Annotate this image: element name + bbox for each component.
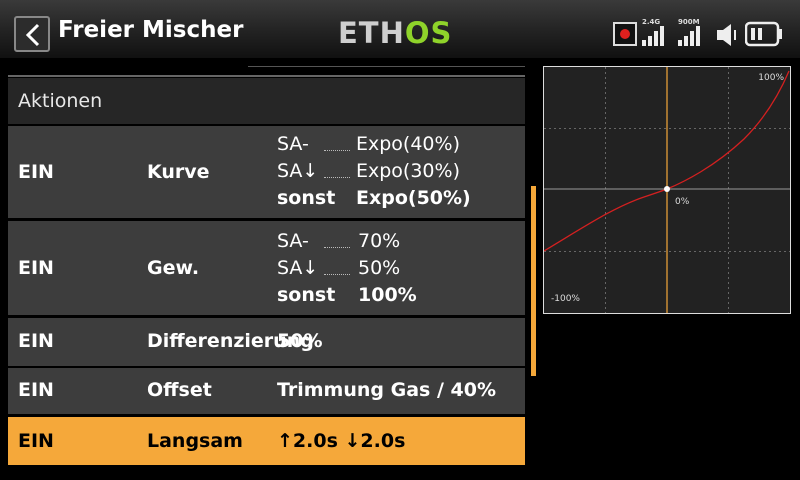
battery-icon (745, 21, 782, 47)
graph-max-label: 100% (758, 73, 784, 83)
speaker-icon[interactable] (716, 22, 742, 48)
signal-bars-900m-icon (678, 24, 704, 46)
row-value[interactable]: Trimmung Gas / 40% (277, 379, 496, 401)
page-title: Freier Mischer (58, 17, 244, 43)
curve-graph: 100% 0% -100% (543, 66, 791, 314)
condition-value[interactable]: Expo(30%) (356, 158, 460, 185)
condition-label: sonst (277, 187, 336, 209)
condition-label: SA↓ (277, 257, 319, 279)
row-type: Kurve (147, 161, 210, 183)
row-type: Offset (147, 379, 212, 401)
title-bar: Freier Mischer ETHOS 2.4G 900M (0, 0, 800, 60)
action-row-curve[interactable]: EIN Kurve SA- Expo(40%) SA↓ Expo(30%) so… (8, 126, 525, 218)
row-value[interactable]: 50% (277, 330, 322, 352)
dotted-leader (324, 247, 350, 248)
chevron-left-icon (25, 23, 40, 47)
condition-value[interactable]: Expo(50%) (356, 185, 471, 212)
record-icon (613, 22, 637, 46)
condition-label: sonst (277, 284, 336, 306)
row-state[interactable]: EIN (18, 330, 54, 352)
row-state[interactable]: EIN (18, 379, 54, 401)
signal-bars-24g-icon (642, 24, 668, 46)
section-header-actions: Aktionen (8, 78, 525, 124)
divider (8, 75, 525, 77)
condition-label: SA↓ (277, 160, 319, 182)
condition-value[interactable]: Expo(40%) (356, 131, 460, 158)
section-title: Aktionen (18, 90, 103, 112)
row-state[interactable]: EIN (18, 257, 54, 279)
condition-label: SA- (277, 230, 309, 252)
curve-point (664, 186, 670, 192)
condition-value[interactable]: 100% (358, 282, 417, 309)
condition-label: SA- (277, 133, 309, 155)
scrollbar[interactable] (531, 186, 536, 376)
condition-value[interactable]: 70% (358, 228, 400, 255)
action-row-weight[interactable]: EIN Gew. SA- 70% SA↓ 50% sonst 100% (8, 221, 525, 315)
ethos-logo: ETHOS (338, 16, 453, 50)
graph-center-label: 0% (675, 197, 690, 207)
action-row-differential[interactable]: EIN Differenzierung 50% (8, 318, 525, 366)
curve-plot (544, 67, 790, 313)
graph-min-label: -100% (551, 294, 580, 304)
condition-value[interactable]: 50% (358, 255, 400, 282)
row-type: Gew. (147, 257, 200, 279)
row-state[interactable]: EIN (18, 161, 54, 183)
row-state[interactable]: EIN (18, 430, 54, 452)
dotted-leader (324, 274, 350, 275)
divider (248, 66, 525, 67)
back-button[interactable] (14, 16, 50, 52)
dotted-leader (324, 177, 350, 178)
action-row-slow[interactable]: EIN Langsam ↑2.0s ↓2.0s (8, 417, 525, 465)
row-value[interactable]: ↑2.0s ↓2.0s (277, 430, 405, 452)
row-type: Langsam (147, 430, 243, 452)
dotted-leader (324, 150, 350, 151)
action-row-offset[interactable]: EIN Offset Trimmung Gas / 40% (8, 368, 525, 414)
